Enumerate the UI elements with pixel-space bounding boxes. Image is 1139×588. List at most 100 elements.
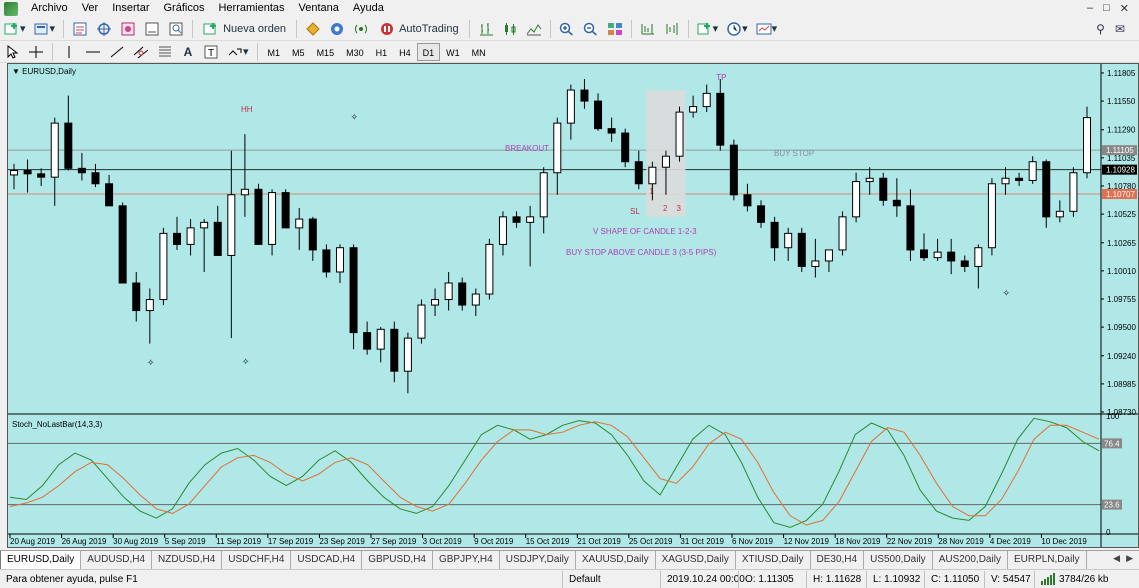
annotation-sl: SL (630, 207, 640, 216)
navigator-button[interactable] (117, 19, 139, 39)
candle-body (987, 183, 996, 249)
menu-ventana[interactable]: Ventana (292, 0, 346, 17)
signals-button[interactable] (350, 19, 372, 39)
market-button[interactable] (326, 19, 348, 39)
scroll-right-icon[interactable]: ▶ (1126, 553, 1133, 567)
crosshair-button[interactable] (25, 42, 47, 62)
strategy-tester-button[interactable] (165, 19, 187, 39)
menu-insertar[interactable]: Insertar (105, 0, 156, 17)
terminal-button[interactable] (141, 19, 163, 39)
timeframe-h4[interactable]: H4 (393, 43, 417, 61)
new-chart-button[interactable]: ▾ (1, 19, 29, 39)
line-chart-button[interactable] (523, 19, 545, 39)
time-label: 15 Oct 2019 (526, 537, 570, 546)
chart-tab[interactable]: GBPUSD,H4 (362, 551, 433, 569)
time-label: 23 Sep 2019 (319, 537, 365, 546)
horizontal-line-button[interactable] (82, 42, 104, 62)
menu-ayuda[interactable]: Ayuda (346, 0, 391, 17)
chart-tab[interactable]: GBPJPY,H4 (433, 551, 500, 569)
chart-menu-arrow-icon[interactable]: ▼ (12, 67, 20, 76)
equidistant-channel-button[interactable] (130, 42, 152, 62)
candle-body (892, 199, 901, 207)
fractal-marker: ✧ (351, 113, 359, 123)
periods-button[interactable]: ▾ (723, 19, 751, 39)
arrows-button[interactable]: ▾ (224, 42, 252, 62)
annotation-tp: TP (716, 73, 726, 82)
zoom-out-button[interactable] (580, 19, 602, 39)
price-label: 1.09240 (1107, 352, 1136, 361)
metaeditor-button[interactable] (302, 19, 324, 39)
chart-tab[interactable]: XAGUSD,Daily (656, 551, 736, 569)
timeframe-m15[interactable]: M15 (311, 43, 341, 61)
tile-windows-button[interactable] (604, 19, 626, 39)
osc-level-label: 76.4 (1104, 439, 1120, 448)
timeframe-mn[interactable]: MN (466, 43, 492, 61)
chart-tab[interactable]: USDCHF,H4 (222, 551, 292, 569)
chart-tab[interactable]: XTIUSD,Daily (736, 551, 811, 569)
market-watch-button[interactable] (69, 19, 91, 39)
connection-status[interactable]: 3784/26 kb (1034, 570, 1115, 588)
vertical-line-button[interactable] (58, 42, 80, 62)
chart-tab[interactable]: USDJPY,Daily (500, 551, 576, 569)
line-chart-icon (526, 23, 541, 35)
new-order-button[interactable]: Nueva orden (198, 19, 291, 39)
profiles-button[interactable]: ▾ (31, 19, 59, 39)
search-icon[interactable]: ⚲ (1096, 22, 1105, 36)
chart-tab[interactable]: NZDUSD,H4 (152, 551, 223, 569)
candle-body (566, 89, 575, 124)
autotrading-button[interactable]: AutoTrading (374, 19, 464, 39)
menu-archivo[interactable]: Archivo (24, 0, 75, 17)
chart-tab[interactable]: DE30,H4 (811, 551, 865, 569)
bar-close: C: 1.11050 (924, 570, 984, 588)
text-label-button[interactable]: T (200, 42, 222, 62)
zoom-in-button[interactable] (556, 19, 578, 39)
time-label: 11 Sep 2019 (216, 537, 261, 546)
candle-body (512, 216, 521, 223)
time-label: 26 Aug 2019 (62, 537, 107, 546)
timeframe-m1[interactable]: M1 (262, 43, 287, 61)
timeframe-w1[interactable]: W1 (440, 43, 466, 61)
timeframe-m30[interactable]: M30 (340, 43, 370, 61)
trendline-button[interactable] (106, 42, 128, 62)
timeframe-h1[interactable]: H1 (370, 43, 394, 61)
fibonacci-button[interactable] (154, 42, 176, 62)
chart-tab[interactable]: XAUUSD,Daily (576, 551, 656, 569)
chart-tab[interactable]: EURUSD,Daily (0, 551, 82, 569)
candle-body (376, 328, 385, 350)
bar-chart-button[interactable] (475, 19, 497, 39)
chat-icon[interactable]: ✉ (1115, 22, 1125, 36)
indicators-button[interactable]: ▾ (694, 19, 722, 39)
chart-tab[interactable]: US500,Daily (864, 551, 933, 569)
profile-name[interactable]: Default (562, 570, 660, 588)
close-icon[interactable]: ✕ (1120, 2, 1129, 15)
tile-windows-icon (607, 22, 622, 35)
autoscroll-button[interactable] (661, 19, 683, 39)
tab-scroll-arrows[interactable]: ◀ ▶ (1107, 551, 1139, 569)
menu-graficos[interactable]: Gráficos (157, 0, 212, 17)
toolbar-separator (63, 19, 65, 38)
cursor-button[interactable] (1, 42, 23, 62)
timeframe-m5[interactable]: M5 (286, 43, 311, 61)
menu-ver[interactable]: Ver (75, 0, 106, 17)
minimize-icon[interactable]: – (1087, 2, 1093, 15)
text-button[interactable]: A (178, 42, 198, 62)
candle-body (648, 166, 657, 185)
chart-window[interactable]: ✧ ✧ ✧ ✧ HH TP BREAKOUT BUY STOP SL 1 2 3 V SHAPE OF … (7, 63, 1139, 548)
chart-tab[interactable]: AUDUSD,H4 (81, 551, 153, 569)
candle-body (308, 218, 317, 251)
chart-symbol-title: ▼ EURUSD,Daily (12, 67, 76, 76)
menu-herramientas[interactable]: Herramientas (211, 0, 291, 17)
restore-icon[interactable]: □ (1103, 2, 1110, 15)
chart-shift-button[interactable] (637, 19, 659, 39)
chart-tab[interactable]: AUS200,Daily (933, 551, 1008, 569)
chart-tab[interactable]: EURPLN,Daily (1008, 551, 1087, 569)
traffic-text: 3784/26 kb (1059, 573, 1109, 585)
timeframe-d1[interactable]: D1 (416, 42, 441, 61)
templates-button[interactable]: ▾ (753, 19, 781, 39)
price-chart[interactable]: ✧ ✧✧✧HHTPBREAKOUTBUY STOPSL12 3V SHAPE OF … (8, 64, 1138, 547)
candlestick-chart-button[interactable] (499, 19, 521, 39)
candle-body (186, 227, 195, 245)
scroll-left-icon[interactable]: ◀ (1113, 553, 1120, 567)
data-window-button[interactable] (93, 19, 115, 39)
chart-tab[interactable]: USDCAD,H4 (291, 551, 363, 569)
